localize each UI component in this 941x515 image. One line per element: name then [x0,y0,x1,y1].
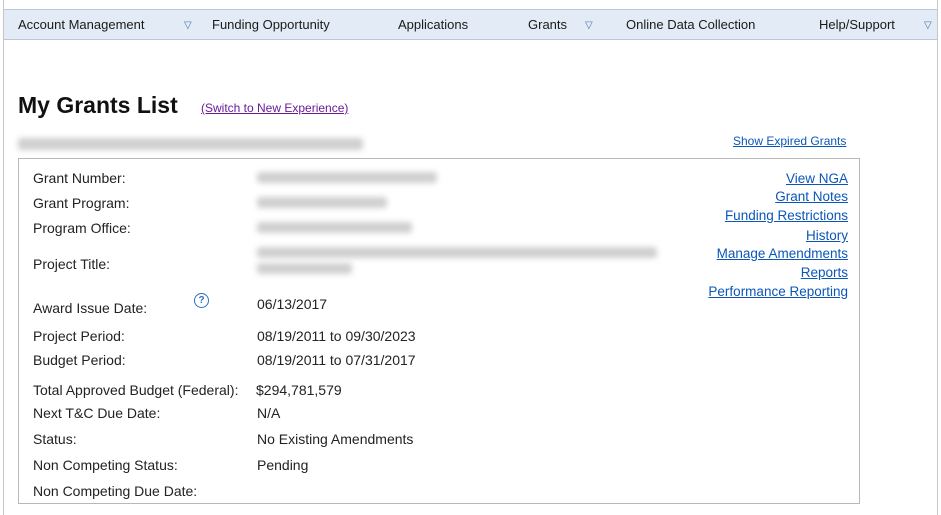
nav-help-support[interactable]: Help/Support [819,10,895,39]
nav-account-management[interactable]: Account Management [18,10,144,39]
value-next-tc-due-date: N/A [257,405,281,421]
view-nga-link[interactable]: View NGA [786,171,848,186]
label-total-approved-budget: Total Approved Budget (Federal): [33,382,239,398]
nav-online-data-collection[interactable]: Online Data Collection [626,10,755,39]
nav-applications[interactable]: Applications [398,10,468,39]
redacted-project-title-line1 [257,247,657,258]
label-project-period: Project Period: [33,328,125,344]
funding-restrictions-link[interactable]: Funding Restrictions [725,208,848,223]
grant-notes-link[interactable]: Grant Notes [775,189,848,204]
dropdown-arrow-icon[interactable]: ▽ [184,10,192,39]
switch-experience-link[interactable]: (Switch to New Experience) [201,101,348,115]
value-project-period: 08/19/2011 to 09/30/2023 [257,328,416,344]
redacted-organization-name [18,138,363,150]
label-budget-period: Budget Period: [33,352,126,368]
label-award-issue-date: Award Issue Date: [33,300,148,316]
nav-grants[interactable]: Grants [528,10,567,39]
redacted-program-office [257,222,412,233]
value-total-approved-budget: $294,781,579 [256,382,342,398]
value-status: No Existing Amendments [257,431,414,447]
dropdown-arrow-icon[interactable]: ▽ [924,10,932,39]
label-non-competing-status: Non Competing Status: [33,457,178,473]
label-grant-program: Grant Program: [33,195,130,211]
redacted-grant-program [257,197,387,208]
show-expired-grants-link[interactable]: Show Expired Grants [733,134,846,148]
label-non-competing-due-date: Non Competing Due Date: [33,483,198,499]
label-grant-number: Grant Number: [33,170,126,186]
value-award-issue-date: 06/13/2017 [257,296,328,312]
value-non-competing-status: Pending [257,457,309,473]
label-program-office: Program Office: [33,220,131,236]
page-title: My Grants List [18,92,178,118]
nav-funding-opportunity[interactable]: Funding Opportunity [212,10,330,39]
label-next-tc-due-date: Next T&C Due Date: [33,405,161,421]
label-status: Status: [33,431,77,447]
history-link[interactable]: History [806,228,848,243]
label-project-title: Project Title: [33,256,111,272]
performance-reporting-link[interactable]: Performance Reporting [708,284,848,299]
value-budget-period: 08/19/2011 to 07/31/2017 [257,352,416,368]
manage-amendments-link[interactable]: Manage Amendments [717,246,848,261]
top-navigation-bar: Account Management ▽ Funding Opportunity… [4,9,937,40]
dropdown-arrow-icon[interactable]: ▽ [585,10,593,39]
redacted-grant-number [257,172,437,183]
redacted-project-title-line2 [257,263,352,274]
help-question-icon[interactable]: ? [194,293,209,308]
reports-link[interactable]: Reports [801,265,848,280]
